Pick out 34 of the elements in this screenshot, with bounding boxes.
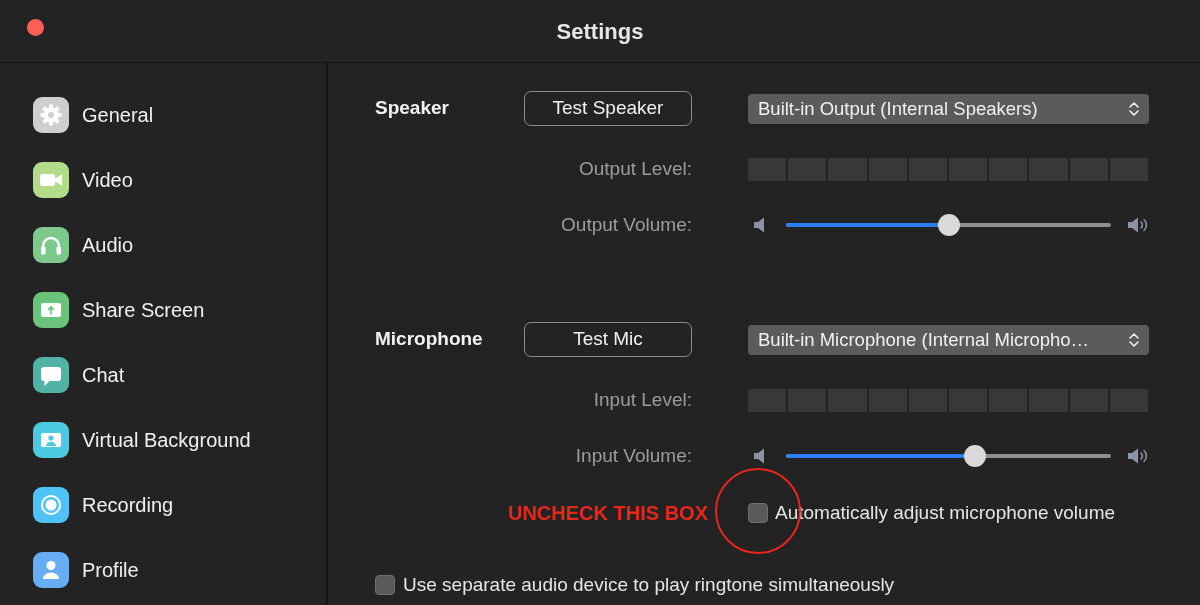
section-heading: Microphone bbox=[375, 327, 484, 352]
sidebar-item[interactable]: Profile bbox=[0, 537, 326, 602]
sidebar-item[interactable]: Share Screen bbox=[0, 277, 326, 342]
device-dropdown[interactable]: Built-in Microphone (Internal Micropho… bbox=[748, 324, 1149, 355]
close-button[interactable] bbox=[27, 19, 44, 36]
slider-thumb[interactable] bbox=[963, 445, 986, 468]
slider-thumb[interactable] bbox=[937, 214, 960, 237]
volume-slider[interactable] bbox=[786, 214, 1111, 237]
checkbox-label: Use separate audio device to play ringtone simultaneously bbox=[403, 572, 895, 597]
volume-high-icon bbox=[1128, 448, 1149, 465]
volume-slider[interactable] bbox=[786, 445, 1111, 468]
test-button[interactable]: Test Speaker bbox=[524, 91, 692, 126]
volume-high-icon bbox=[1128, 217, 1149, 234]
field-label: Output Volume: bbox=[560, 213, 692, 237]
sidebar-item[interactable]: Recording bbox=[0, 472, 326, 537]
volume-low-icon bbox=[754, 217, 766, 234]
sidebar-item[interactable]: Video bbox=[0, 147, 326, 212]
sidebar-item[interactable]: Virtual Background bbox=[0, 407, 326, 472]
field-label: Output Level: bbox=[577, 157, 692, 181]
test-button[interactable]: Test Mic bbox=[524, 322, 692, 357]
field-label: Input Level: bbox=[592, 388, 692, 412]
annotation-text: UNCHECK THIS BOX bbox=[507, 501, 709, 526]
chevron-updown-icon bbox=[1128, 99, 1140, 118]
volume-low-icon bbox=[754, 448, 766, 465]
sidebar-item[interactable]: General bbox=[0, 82, 326, 147]
sidebar-item[interactable]: Chat bbox=[0, 342, 326, 407]
field-label: Input Volume: bbox=[574, 444, 692, 468]
chevron-updown-icon bbox=[1128, 330, 1140, 349]
section-heading: Speaker bbox=[375, 96, 450, 121]
window-title: Settings bbox=[556, 17, 644, 46]
checkbox[interactable] bbox=[375, 575, 395, 595]
device-dropdown[interactable]: Built-in Output (Internal Speakers) bbox=[748, 93, 1149, 124]
sidebar-item[interactable]: Audio bbox=[0, 212, 326, 277]
checkbox[interactable] bbox=[748, 503, 768, 523]
